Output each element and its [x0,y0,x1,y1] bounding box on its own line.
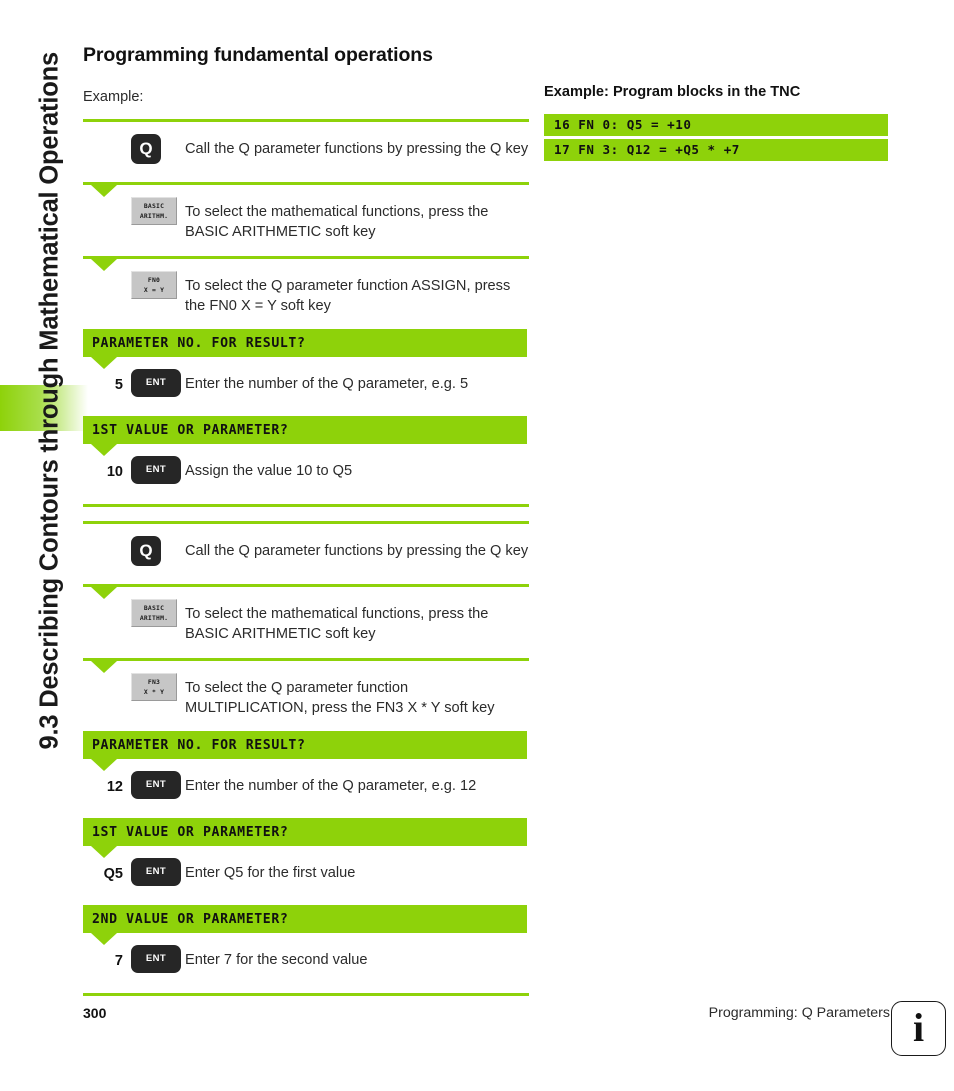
input-value: 12 [106,779,123,795]
ent-key[interactable]: ENT [131,858,181,886]
key-slot: ENT [131,456,185,484]
instruction-row: Q5 ENT Enter Q5 for the first value [83,858,529,892]
instruction-text: To select the Q parameter function MULTI… [185,680,495,716]
key-slot: FN3 X * Y [131,673,185,701]
instruction-text: To select the mathematical functions, pr… [185,204,489,240]
soft-key-line2: ARITHM. [139,212,169,220]
prompt-banner: 2ND VALUE OR PARAMETER? [83,905,527,945]
instruction-text: Call the Q parameter functions by pressi… [185,141,529,157]
instruction-row: Q Call the Q parameter functions by press… [83,134,529,168]
instruction-text: Call the Q parameter functions by pressi… [185,543,529,559]
instruction-row: Q Call the Q parameter functions by press… [83,536,529,570]
step-divider [83,658,529,673]
instruction-text: To select the Q parameter function ASSIG… [185,278,511,314]
code-panel-title: Example: Program blocks in the TNC [544,84,801,100]
document-page: 9.3 Describing Contours through Mathemat… [0,0,954,1091]
page-title: Programming fundamental operations [83,44,433,66]
code-panel: Example: Program blocks in the TNC 16 FN… [544,84,888,164]
instruction-text: Enter the number of the Q parameter, e.g… [185,376,469,392]
q-key[interactable]: Q [131,536,161,566]
instruction-row: 12 ENT Enter the number of the Q parameter… [83,771,529,805]
key-slot: FN0 X = Y [131,271,185,299]
info-icon: i [891,1001,946,1056]
step-divider [83,584,529,599]
ent-key[interactable]: ENT [131,456,181,484]
instruction-row: FN0 X = Y To select the Q parameter functi… [83,271,529,316]
ent-key[interactable]: ENT [131,945,181,973]
instruction-text: Enter the number of the Q parameter, e.g… [185,778,477,794]
step-divider [83,521,529,524]
prompt-banner: PARAMETER NO. FOR RESULT? [83,329,527,369]
instruction-row: BASIC ARITHM. To select the mathematical f… [83,197,529,242]
soft-key-line2: X = Y [143,286,165,294]
prompt-banner-text: 1ST VALUE OR PARAMETER? [92,423,289,438]
instruction-row: BASIC ARITHM. To select the mathematical f… [83,599,529,644]
step-divider [83,993,529,996]
instruction-row: 5 ENT Enter the number of the Q parameter,… [83,369,529,403]
step-divider [83,504,529,507]
soft-key-line1: FN0 [147,276,161,284]
step-divider [83,119,529,122]
step-list: Q Call the Q parameter functions by press… [83,119,529,996]
soft-key-line1: BASIC [143,202,165,210]
key-slot: ENT [131,771,185,799]
instruction-row: 7 ENT Enter 7 for the second value [83,945,529,979]
soft-key[interactable]: BASIC ARITHM. [131,197,177,225]
key-slot: ENT [131,369,185,397]
instruction-row: FN3 X * Y To select the Q parameter functi… [83,673,529,718]
program-block-list: 16 FN 0: Q5 = +10 17 FN 3: Q12 = +Q5 * +7 [544,114,888,161]
input-value: 7 [114,953,123,969]
footer-caption: Programming: Q Parameters [708,1005,890,1021]
instruction-text: To select the mathematical functions, pr… [185,606,489,642]
instruction-text: Assign the value 10 to Q5 [185,463,353,479]
q-key[interactable]: Q [131,134,161,164]
soft-key[interactable]: BASIC ARITHM. [131,599,177,627]
ent-key[interactable]: ENT [131,771,181,799]
key-slot: Q [131,536,185,566]
program-block-line: 16 FN 0: Q5 = +10 [544,114,888,136]
page-number: 300 [83,1005,107,1021]
soft-key-line1: FN3 [147,678,161,686]
key-slot: ENT [131,858,185,886]
input-value: 10 [106,464,123,480]
key-slot: BASIC ARITHM. [131,599,185,627]
key-slot: ENT [131,945,185,973]
key-slot: Q [131,134,185,164]
input-value: 5 [114,377,123,393]
step-divider [83,182,529,197]
instruction-row: 10 ENT Assign the value 10 to Q5 [83,456,529,490]
soft-key-line2: ARITHM. [139,614,169,622]
example-label: Example: [83,89,144,105]
instruction-text: Enter 7 for the second value [185,952,368,968]
program-block-line: 17 FN 3: Q12 = +Q5 * +7 [544,139,888,161]
soft-key-line2: X * Y [143,688,165,696]
prompt-banner-text: 1ST VALUE OR PARAMETER? [92,825,289,840]
prompt-banner-text: PARAMETER NO. FOR RESULT? [92,738,306,753]
soft-key[interactable]: FN0 X = Y [131,271,177,299]
prompt-banner-text: 2ND VALUE OR PARAMETER? [92,912,289,927]
soft-key[interactable]: FN3 X * Y [131,673,177,701]
prompt-banner-text: PARAMETER NO. FOR RESULT? [92,336,306,351]
main-column: Programming fundamental operations Examp… [83,44,529,996]
prompt-banner: 1ST VALUE OR PARAMETER? [83,416,527,456]
instruction-text: Enter Q5 for the first value [185,865,356,881]
soft-key-line1: BASIC [143,604,165,612]
prompt-banner: PARAMETER NO. FOR RESULT? [83,731,527,771]
key-slot: BASIC ARITHM. [131,197,185,225]
input-value: Q5 [103,866,123,882]
chapter-title: 9.3 Describing Contours through Mathemat… [35,52,64,750]
prompt-banner: 1ST VALUE OR PARAMETER? [83,818,527,858]
ent-key[interactable]: ENT [131,369,181,397]
page-footer: 300 Programming: Q Parameters i [0,998,954,1068]
info-icon-glyph: i [912,1005,925,1050]
step-divider [83,256,529,271]
